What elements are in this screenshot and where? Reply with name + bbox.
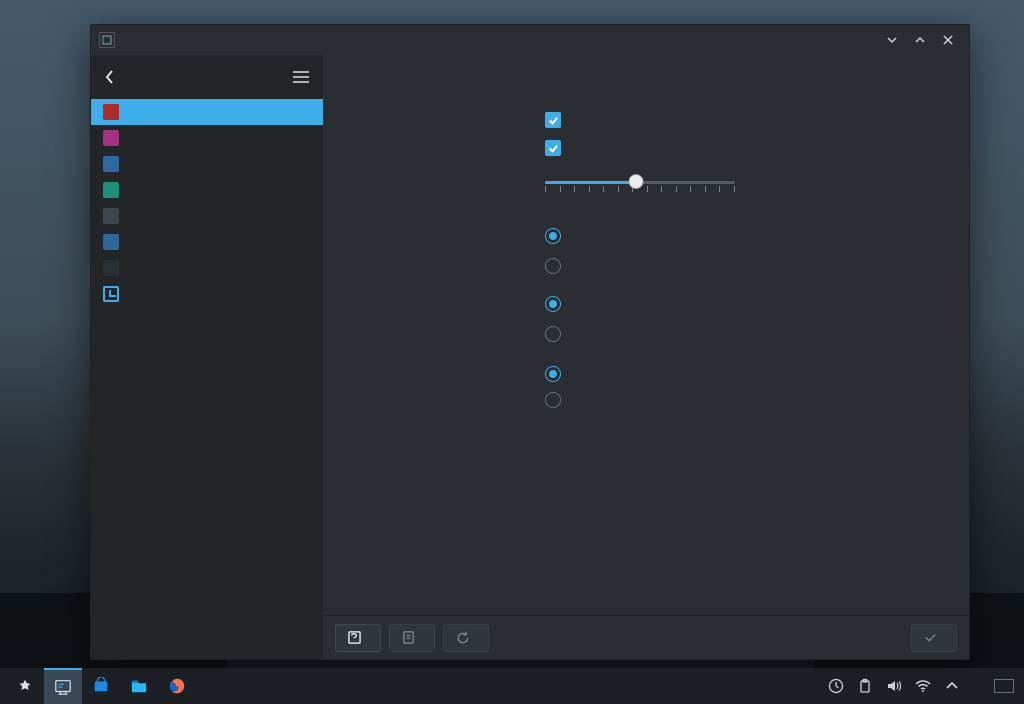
tray-clipboard-icon[interactable] (857, 678, 873, 694)
general-icon (103, 104, 119, 120)
sidebar-item-activities[interactable] (91, 255, 323, 281)
scroll-location-radio[interactable] (545, 326, 561, 342)
app-launcher-button[interactable] (6, 668, 44, 704)
system-tray (815, 678, 970, 694)
sidebar-item-general-behavior[interactable] (91, 99, 323, 125)
tray-volume-icon[interactable] (886, 678, 902, 694)
task-firefox[interactable] (158, 668, 196, 704)
clicking-files-label (323, 225, 545, 227)
selects-them-radio[interactable] (545, 258, 561, 274)
titlebar[interactable] (91, 25, 969, 55)
page-heading (323, 55, 969, 99)
maximize-button[interactable] (913, 33, 927, 47)
show-desktop-button[interactable] (994, 679, 1014, 693)
tooltips-checkbox[interactable] (545, 112, 561, 128)
sidebar (91, 55, 323, 659)
sidebar-item-virtual-desktops[interactable] (91, 229, 323, 255)
feedback-checkbox[interactable] (545, 140, 561, 156)
edges-icon (103, 156, 119, 172)
animation-speed-slider[interactable] (545, 177, 735, 197)
reset-button[interactable] (443, 624, 489, 652)
sidebar-item-screen-locking[interactable] (91, 203, 323, 229)
close-button[interactable] (941, 33, 955, 47)
animation-speed-label (323, 177, 545, 179)
activities-icon (103, 260, 119, 276)
task-discover[interactable] (82, 668, 120, 704)
settings-content (323, 99, 969, 615)
minimize-button[interactable] (885, 33, 899, 47)
touch-always-radio[interactable] (545, 392, 561, 408)
taskbar (0, 668, 1024, 704)
main-panel (323, 55, 969, 659)
virtualdesk-icon (103, 234, 119, 250)
hamburger-menu-button[interactable] (289, 65, 313, 89)
system-settings-window (90, 24, 970, 660)
footer (323, 615, 969, 659)
tray-chevron-up-icon[interactable] (944, 678, 960, 694)
touch-icon (103, 182, 119, 198)
sidebar-item-touchscreen-gestures[interactable] (91, 177, 323, 203)
touch-mode-label (323, 363, 545, 365)
apply-button[interactable] (911, 624, 957, 652)
task-file-manager[interactable] (120, 668, 158, 704)
sidebar-item-desktop-effects[interactable] (91, 125, 323, 151)
scrollbar-track-label (323, 293, 545, 295)
lock-icon (103, 208, 119, 224)
recent-icon (103, 286, 119, 302)
sidebar-item-screen-edges[interactable] (91, 151, 323, 177)
app-icon (99, 32, 115, 48)
visual-behavior-label (323, 109, 545, 111)
effects-icon (103, 130, 119, 146)
help-button[interactable] (335, 624, 381, 652)
sidebar-nav (91, 99, 323, 307)
tray-updates-icon[interactable] (828, 678, 844, 694)
scroll-page-radio[interactable] (545, 296, 561, 312)
task-system-settings[interactable] (44, 668, 82, 704)
touch-never-radio[interactable] (545, 366, 561, 382)
back-button[interactable] (101, 68, 119, 86)
sidebar-item-recent-files[interactable] (91, 281, 323, 307)
opens-them-radio[interactable] (545, 228, 561, 244)
tray-network-icon[interactable] (915, 678, 931, 694)
defaults-button[interactable] (389, 624, 435, 652)
